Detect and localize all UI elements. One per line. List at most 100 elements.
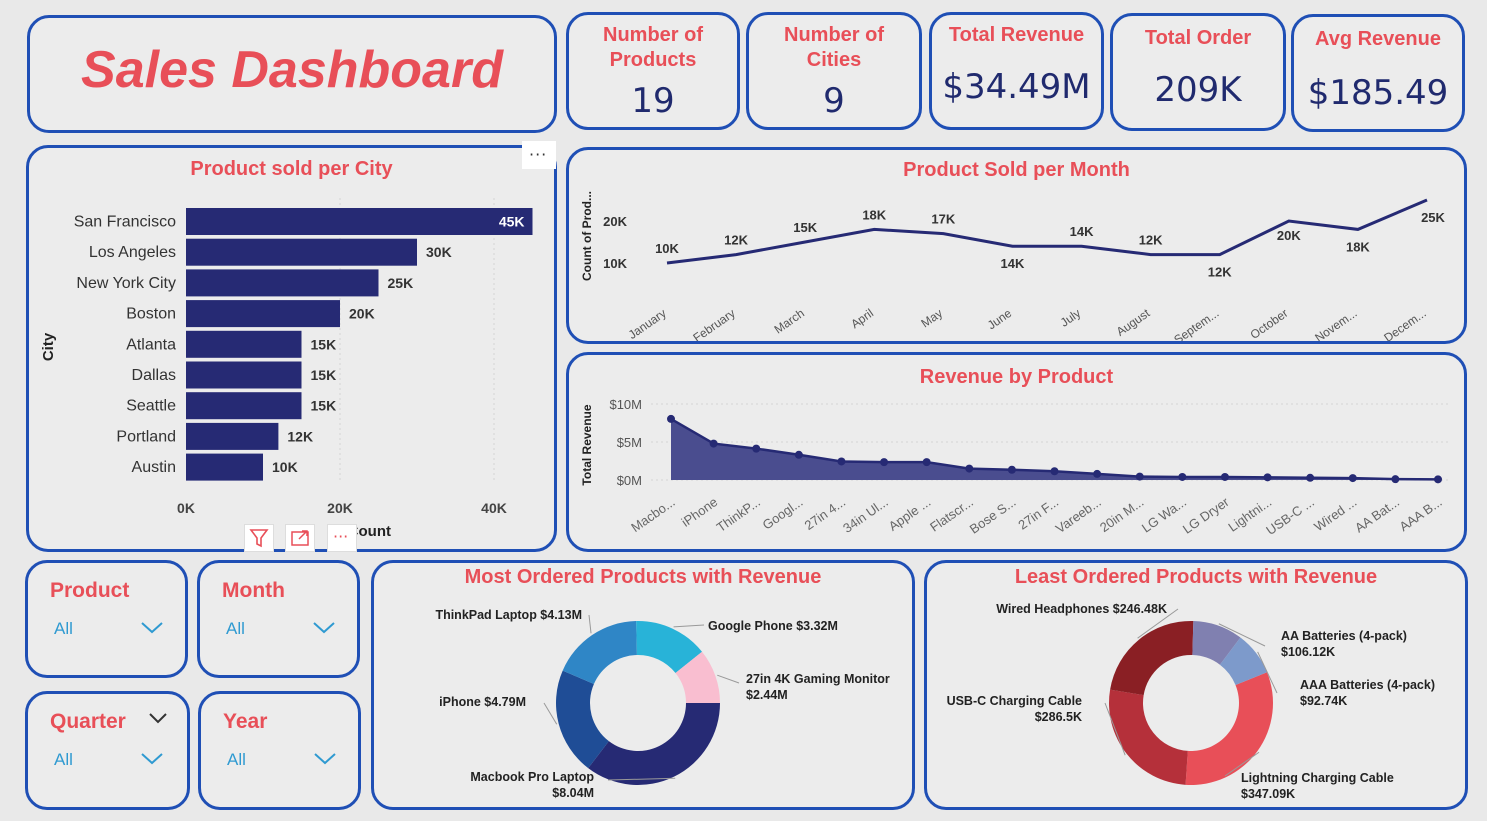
slicer-label: Year <box>223 710 268 733</box>
slicer-value[interactable]: All <box>226 619 245 639</box>
bar <box>186 330 302 358</box>
data-label: 14K <box>1070 224 1094 239</box>
tick-label: August <box>1114 306 1153 339</box>
chevron-down-icon[interactable] <box>140 750 164 766</box>
city-bar-chart: San Francisco 45K Los Angeles 30K New York C… <box>40 198 533 540</box>
data-point <box>1391 475 1400 484</box>
axis-label: Total Revenue <box>580 404 594 485</box>
data-point <box>1306 473 1315 482</box>
slicer-label: Quarter <box>50 710 126 733</box>
data-label: 15K <box>311 398 337 414</box>
slicer-value[interactable]: All <box>54 750 73 770</box>
data-point <box>837 457 846 466</box>
data-label: 20K <box>1277 228 1301 243</box>
expand-icon <box>291 530 309 546</box>
tick-label: 20in M... <box>1097 494 1146 535</box>
data-label: 25K <box>1421 210 1445 225</box>
data-point <box>667 414 675 423</box>
data-point <box>1007 465 1016 474</box>
data-label: 12K <box>1208 265 1232 280</box>
data-point <box>922 458 931 467</box>
data-point <box>1434 475 1442 484</box>
data-point <box>794 450 803 459</box>
quarter-slicer[interactable]: Quarter All <box>25 691 190 810</box>
data-label: 18K <box>1346 239 1370 254</box>
slice-label: Wired Headphones $246.48K <box>996 602 1167 616</box>
data-label: 18K <box>862 207 886 222</box>
kpi-total-revenue: Total Revenue $34.49M <box>929 12 1104 130</box>
tick-label: July <box>1058 306 1084 330</box>
data-label: 15K <box>793 220 817 235</box>
series-line <box>666 198 1428 265</box>
chevron-down-icon[interactable] <box>148 711 168 725</box>
tick-label: Apple ... <box>886 494 934 534</box>
year-slicer[interactable]: Year All <box>198 691 361 810</box>
kpi-value: $34.49M <box>942 67 1091 107</box>
data-label: 10K <box>272 459 298 475</box>
city-chart-card[interactable]: Product sold per City San Francisco 45K Lo… <box>26 145 557 552</box>
tick-label: 0K <box>177 500 195 516</box>
bar <box>186 392 302 420</box>
tick-label: LG Dryer <box>1180 494 1232 537</box>
more-icon: ··· <box>529 145 548 164</box>
tick-label: Septem... <box>1171 306 1221 341</box>
leader-line <box>543 702 558 725</box>
category-label: New York City <box>76 275 176 292</box>
donut-slice <box>588 703 720 785</box>
kpi-label: Total Revenue <box>948 24 1085 46</box>
product-slicer[interactable]: Product All <box>25 560 188 678</box>
category-label: Portland <box>116 428 176 445</box>
bar <box>186 422 279 450</box>
month-line-chart: 20K 10K Count of Prod... 10K January 12K Febru… <box>580 191 1446 341</box>
tick-label: Novem... <box>1312 306 1359 341</box>
tick-label: Bose S... <box>967 494 1019 537</box>
slice-label: $92.74K <box>1300 694 1347 708</box>
filter-button[interactable] <box>244 524 274 552</box>
revenue-chart-card[interactable]: Revenue by Product $0M $5M $10M Total Reven… <box>566 352 1467 552</box>
tick-label: $10M <box>609 397 642 412</box>
tick-label: 20K <box>603 214 627 229</box>
data-point <box>1050 467 1059 476</box>
slice-label: Macbook Pro Laptop <box>470 770 594 784</box>
more-options-button[interactable]: ··· <box>327 524 357 552</box>
focus-mode-button[interactable] <box>285 524 315 552</box>
tick-label: 10K <box>603 256 627 271</box>
revenue-area-chart: $0M$5M$10MTotal RevenueMacbo... iPhoneThi… <box>580 397 1449 538</box>
donut-slice <box>562 621 637 685</box>
month-slicer[interactable]: Month All <box>197 560 360 678</box>
data-point <box>1348 474 1357 483</box>
more-options-button[interactable]: ··· <box>522 141 556 169</box>
data-label: 25K <box>388 275 414 291</box>
leader-line <box>673 624 705 628</box>
slice-label: iPhone $4.79M <box>439 695 526 709</box>
chevron-down-icon[interactable] <box>312 619 336 635</box>
data-point <box>1220 472 1229 481</box>
kpi-number-of-products: Number of Products 19 <box>566 12 740 130</box>
donut-slice <box>1110 621 1194 696</box>
slice-label: $286.5K <box>1035 710 1082 724</box>
leader-line <box>717 674 740 684</box>
chevron-down-icon[interactable] <box>140 619 164 635</box>
tick-label: AAA B... <box>1396 494 1444 534</box>
data-point <box>752 444 761 453</box>
data-point <box>1135 472 1144 481</box>
slicer-value[interactable]: All <box>54 619 73 639</box>
data-label: 14K <box>1001 256 1025 271</box>
kpi-value: 19 <box>631 81 675 121</box>
kpi-label: Avg Revenue <box>1315 28 1441 50</box>
slicer-label: Month <box>222 579 285 602</box>
slicer-label: Product <box>50 579 130 602</box>
dashboard-title: Sales Dashboard <box>81 41 503 99</box>
month-chart-card[interactable]: Product Sold per Month 20K 10K Count of Pr… <box>566 147 1467 344</box>
axis-label: Count of Prod... <box>580 191 594 281</box>
most-ordered-card[interactable]: Most Ordered Products with Revenue Macbo… <box>371 560 915 810</box>
kpi-value: $185.49 <box>1307 73 1449 113</box>
bar <box>186 208 533 235</box>
tick-label: October <box>1248 306 1291 341</box>
slicer-value[interactable]: All <box>227 750 246 770</box>
data-label: 30K <box>426 244 452 260</box>
least-ordered-card[interactable]: Least Ordered Products with Revenue Ligh… <box>924 560 1468 810</box>
filter-icon <box>249 529 269 548</box>
chevron-down-icon[interactable] <box>313 750 337 766</box>
slice-label: $347.09K <box>1241 787 1295 801</box>
